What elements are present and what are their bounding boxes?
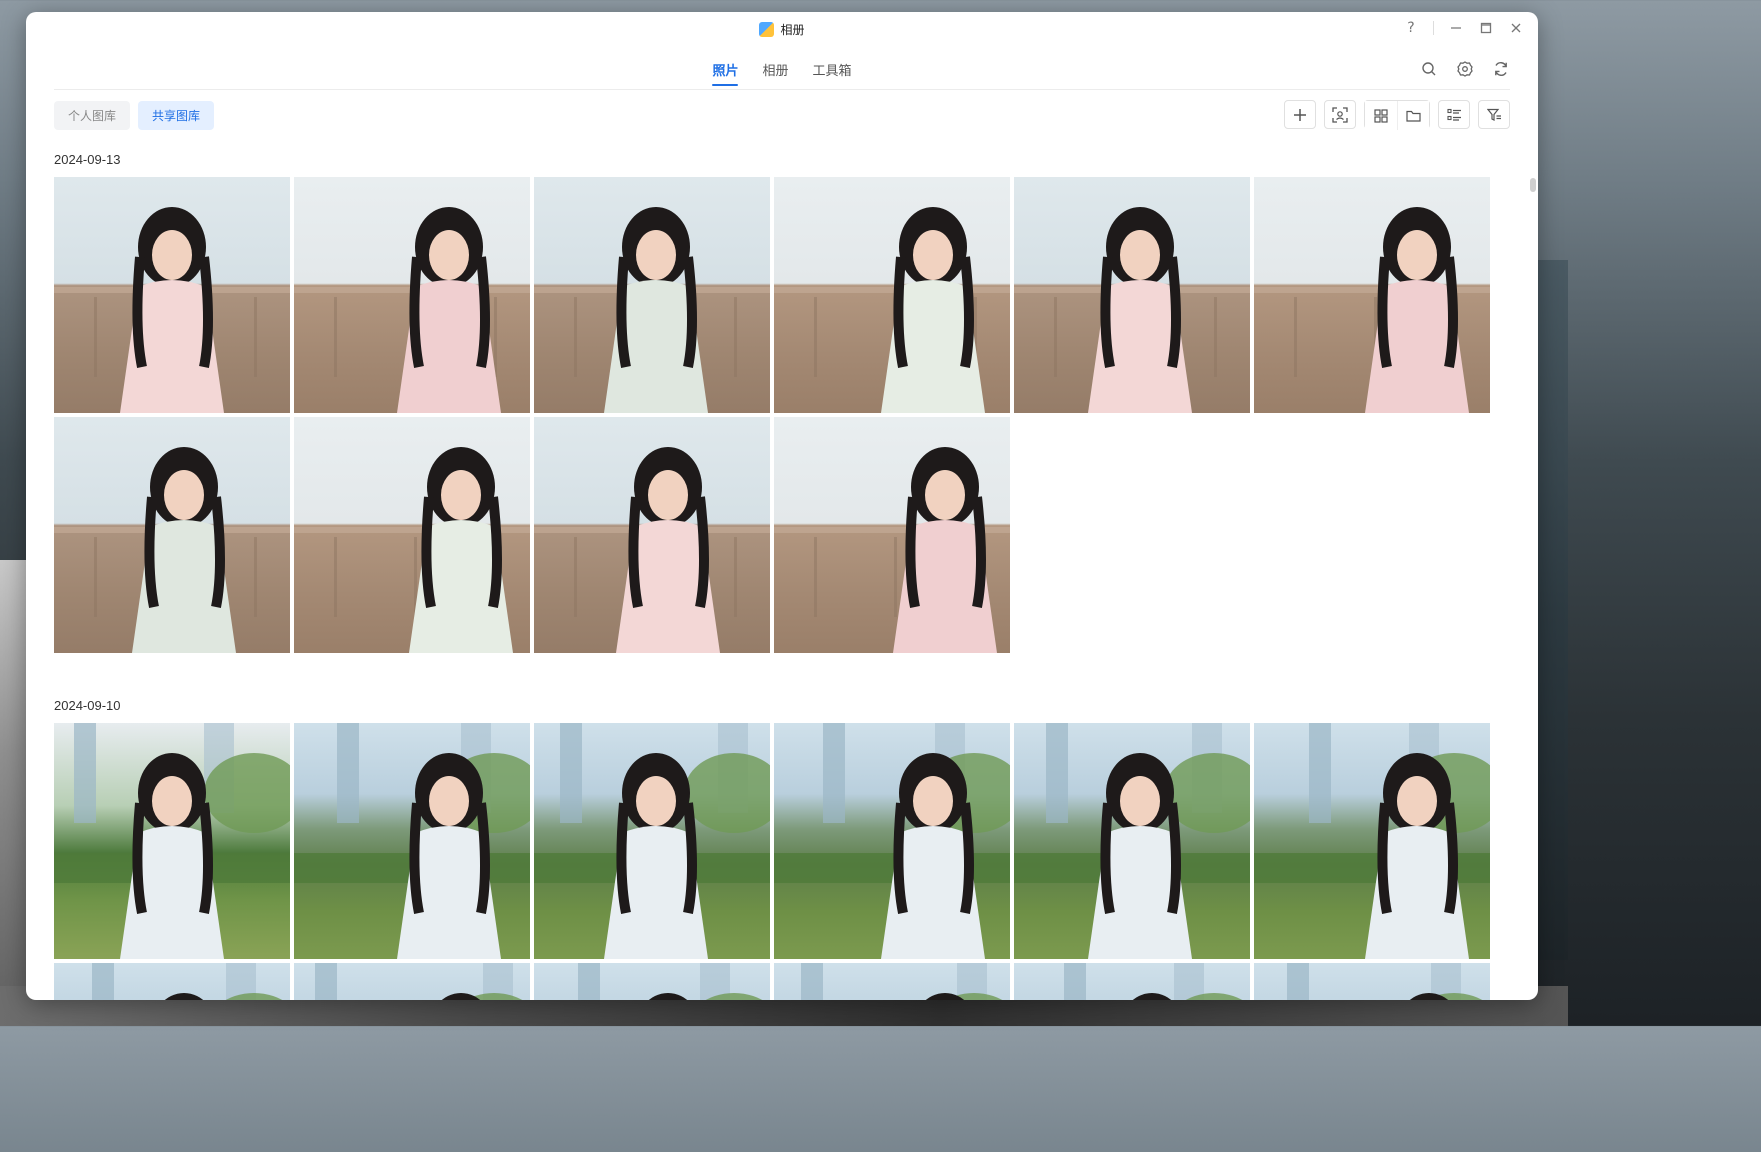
close-button[interactable] [1508, 19, 1524, 37]
photo-thumbnail[interactable] [1014, 723, 1250, 959]
photo-thumbnail[interactable] [1254, 177, 1490, 413]
grid-icon [1374, 108, 1388, 123]
list-details-button[interactable] [1438, 100, 1470, 129]
photo-thumbnail[interactable] [774, 177, 1010, 413]
photo-thumbnail[interactable] [534, 723, 770, 959]
photo-thumbnail[interactable] [54, 963, 290, 1000]
search-icon[interactable] [1420, 60, 1438, 78]
photo-grid [54, 723, 1490, 1000]
photos-app-window: 相册 ? 照片 相册 工具箱 个人图库 共享图库 2024-09-13 2024… [26, 12, 1538, 1000]
photo-thumbnail[interactable] [534, 177, 770, 413]
photo-thumbnail[interactable] [1254, 723, 1490, 959]
view-mode-group [1364, 100, 1430, 130]
tab-albums[interactable]: 相册 [762, 58, 788, 90]
library-switcher: 个人图库 共享图库 [54, 101, 215, 130]
photo-thumbnail[interactable] [774, 417, 1010, 653]
header-divider [54, 89, 1510, 90]
tab-photos[interactable]: 照片 [712, 58, 739, 90]
photos-app-icon [759, 21, 775, 37]
action-toolbar [1284, 100, 1510, 130]
face-recognition-button[interactable] [1324, 100, 1356, 129]
photo-timeline[interactable]: 2024-09-13 2024-09-10 [26, 142, 1538, 1000]
photo-grid [54, 177, 1490, 653]
photo-thumbnail[interactable] [294, 417, 530, 653]
scrollbar-thumb[interactable] [1530, 178, 1536, 192]
title-bar[interactable]: 相册 ? [26, 12, 1538, 46]
minimize-button[interactable] [1448, 19, 1464, 37]
photo-thumbnail[interactable] [54, 417, 290, 653]
folder-icon [1406, 110, 1421, 122]
settings-gear-icon[interactable] [1456, 60, 1474, 78]
filter-icon [1486, 108, 1501, 121]
maximize-icon [1480, 22, 1492, 34]
photo-thumbnail[interactable] [294, 177, 530, 413]
photo-thumbnail[interactable] [534, 963, 770, 1000]
photo-thumbnail[interactable] [294, 963, 530, 1000]
personal-library-button[interactable]: 个人图库 [54, 101, 131, 130]
photo-thumbnail[interactable] [774, 723, 1010, 959]
filter-button[interactable] [1478, 100, 1510, 129]
list-icon [1446, 108, 1461, 121]
maximize-button[interactable] [1478, 19, 1494, 37]
photo-thumbnail[interactable] [294, 723, 530, 959]
help-icon: ? [1407, 20, 1415, 36]
photo-thumbnail[interactable] [774, 963, 1010, 1000]
photo-thumbnail[interactable] [54, 723, 290, 959]
help-button[interactable]: ? [1403, 19, 1419, 37]
controls-separator [1433, 21, 1434, 35]
add-button[interactable] [1284, 100, 1316, 129]
top-tools [1420, 60, 1510, 78]
close-icon [1511, 23, 1521, 33]
folder-view-button[interactable] [1397, 101, 1429, 130]
photo-thumbnail[interactable] [1254, 963, 1490, 1000]
minimize-icon [1451, 27, 1461, 29]
plus-icon [1294, 108, 1306, 121]
window-controls: ? [1403, 19, 1524, 37]
face-scan-icon [1332, 106, 1348, 123]
grid-view-button[interactable] [1365, 101, 1397, 130]
app-title: 相册 [759, 21, 805, 38]
photo-thumbnail[interactable] [1014, 177, 1250, 413]
refresh-icon[interactable] [1492, 60, 1510, 78]
photo-thumbnail[interactable] [54, 177, 290, 413]
main-tabs: 照片 相册 工具箱 [26, 58, 1538, 90]
shared-library-button[interactable]: 共享图库 [138, 101, 215, 130]
photo-thumbnail[interactable] [1014, 963, 1250, 1000]
date-header: 2024-09-13 [54, 152, 121, 167]
date-header: 2024-09-10 [54, 698, 121, 713]
tab-toolbox[interactable]: 工具箱 [813, 58, 852, 90]
app-title-text: 相册 [780, 22, 805, 37]
photo-thumbnail[interactable] [534, 417, 770, 653]
